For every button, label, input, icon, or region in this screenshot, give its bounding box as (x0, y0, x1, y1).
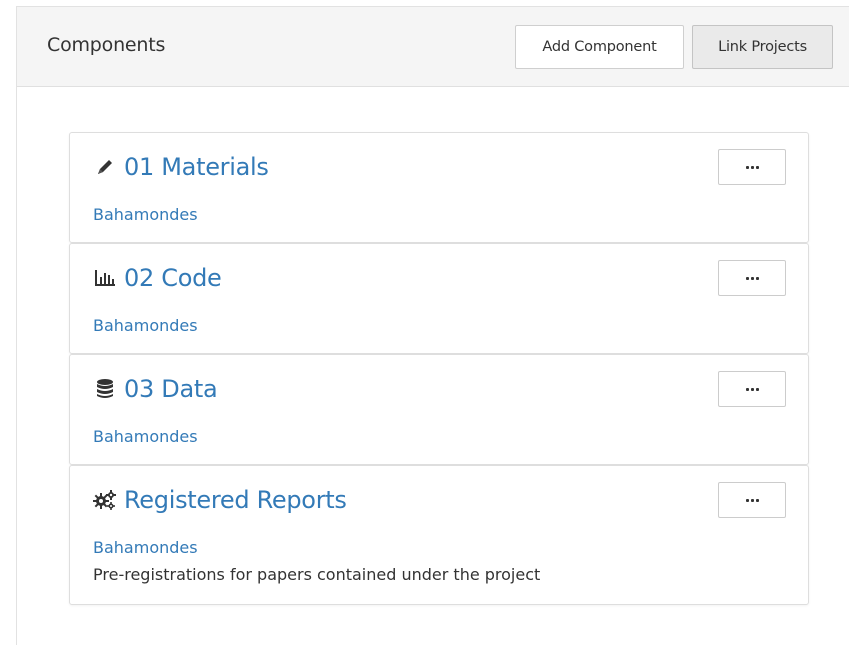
ellipsis-icon (745, 276, 759, 280)
panel-title: Components (47, 34, 166, 56)
ellipsis-icon (745, 387, 759, 391)
component-title: 01 Materials (124, 153, 269, 181)
component-author-link[interactable]: Bahamondes (93, 538, 198, 557)
component-title: Registered Reports (124, 486, 347, 514)
database-icon (92, 376, 118, 402)
component-author-link[interactable]: Bahamondes (93, 205, 198, 224)
more-options-button[interactable] (718, 149, 786, 185)
more-options-button[interactable] (718, 260, 786, 296)
component-title: 02 Code (124, 264, 222, 292)
component-title-link[interactable]: 02 Code (92, 264, 222, 292)
component-description: Pre-registrations for papers contained u… (93, 565, 541, 584)
component-title-link[interactable]: Registered Reports (92, 486, 347, 514)
components-panel: Components Add Component Link Projects 0… (16, 6, 849, 645)
panel-header: Components Add Component Link Projects (17, 7, 849, 87)
gears-icon (92, 487, 118, 513)
bar-chart-icon (92, 265, 118, 291)
component-title-link[interactable]: 03 Data (92, 375, 218, 403)
more-options-button[interactable] (718, 371, 786, 407)
component-title-link[interactable]: 01 Materials (92, 153, 269, 181)
pencil-icon (92, 154, 118, 180)
component-title: 03 Data (124, 375, 218, 403)
component-card: 01 Materials Bahamondes (69, 132, 809, 243)
component-card: 03 Data Bahamondes (69, 354, 809, 465)
ellipsis-icon (745, 165, 759, 169)
component-author-link[interactable]: Bahamondes (93, 427, 198, 446)
component-author-link[interactable]: Bahamondes (93, 316, 198, 335)
component-card: Registered Reports Bahamondes Pre-regist… (69, 465, 809, 605)
ellipsis-icon (745, 498, 759, 502)
link-projects-button[interactable]: Link Projects (692, 25, 833, 69)
add-component-button[interactable]: Add Component (515, 25, 684, 69)
component-card: 02 Code Bahamondes (69, 243, 809, 354)
more-options-button[interactable] (718, 482, 786, 518)
